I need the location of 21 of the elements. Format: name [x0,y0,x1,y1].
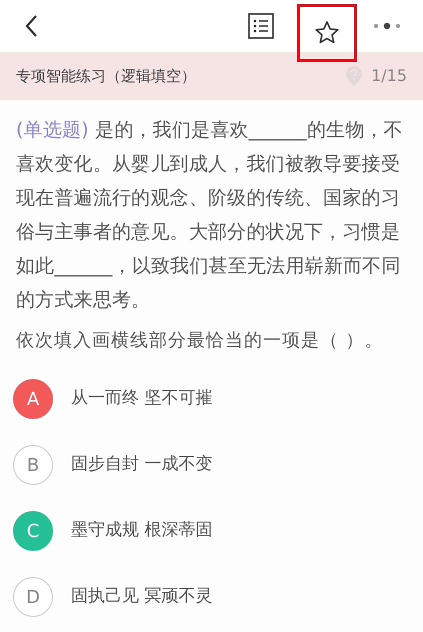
more-icon [373,22,401,30]
option-letter: C [13,511,53,551]
option-letter: D [13,577,53,617]
option-text: 固步自封 一成不变 [71,453,212,476]
option-text: 从一而终 坚不可摧 [71,387,212,410]
answer-option[interactable]: C 墨守成规 根深蒂固 [0,498,423,564]
exercise-title: 专项智能练习（逻辑填空） [16,66,196,87]
option-text: 墨守成规 根深蒂固 [71,519,212,542]
answer-option[interactable]: A 从一而终 坚不可摧 [0,366,423,432]
list-icon [248,13,274,39]
option-text: 固执己见 冥顽不灵 [71,585,212,608]
option-letter: B [13,445,53,485]
favorite-button[interactable] [297,4,357,62]
star-icon [314,20,340,46]
question-text: (单选题) 是的，我们是喜欢______的生物，不喜欢变化。从婴儿到成人，我们被教导要接受现在普遍流行的观念、阶级的传统、国家的习俗与主事者的意见。大部分的状况下，习惯是如此______，以致我们甚至无法用崭新而不同的方式来思考。 [15,118,404,313]
option-letter: A [13,379,53,419]
progress-counter: 1/15 [371,65,407,87]
back-icon [24,14,38,38]
answer-option[interactable]: D 固执己见 冥顽不灵 [0,564,423,630]
question-prompt: 依次填入画横线部分最恰当的一项是（ ）。 [15,329,385,353]
answer-option[interactable]: B 固步自封 一成不变 [0,432,423,498]
